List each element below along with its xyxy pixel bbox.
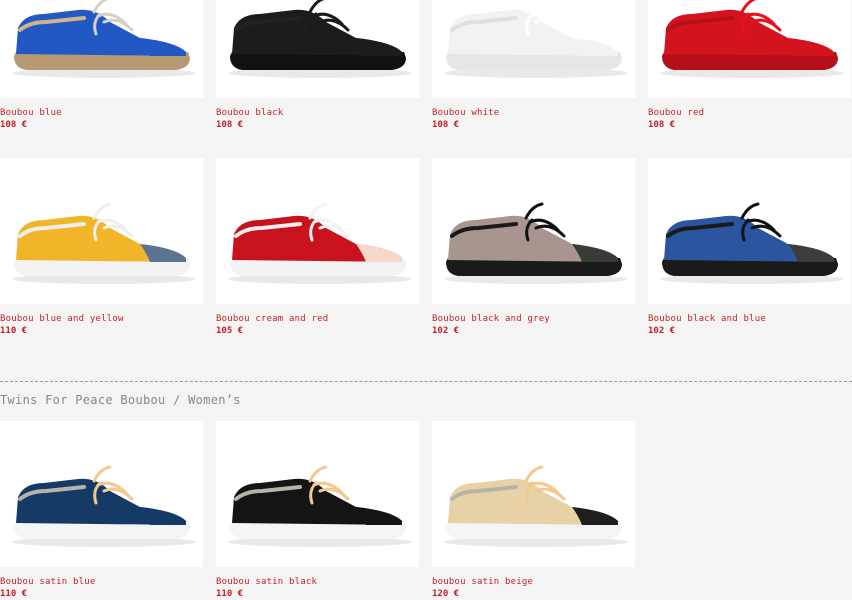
sneaker-illustration xyxy=(444,0,628,78)
product-card[interactable] xyxy=(216,158,420,304)
product-card[interactable] xyxy=(648,0,852,98)
sneaker-illustration xyxy=(228,465,412,547)
product-price: 120 € xyxy=(432,589,460,599)
product-name[interactable]: Boubou white xyxy=(432,108,499,118)
product-image[interactable] xyxy=(0,0,203,98)
product-price: 102 € xyxy=(432,326,460,336)
section-divider xyxy=(0,381,852,382)
sneaker-illustration xyxy=(660,0,844,78)
product-name[interactable]: Boubou black xyxy=(216,108,283,118)
product-card[interactable] xyxy=(216,0,420,98)
sneaker-illustration xyxy=(12,202,196,284)
sneaker-illustration xyxy=(660,202,844,284)
product-name[interactable]: Boubou blue and yellow xyxy=(0,314,124,324)
product-card[interactable] xyxy=(432,0,636,98)
product-name[interactable]: Boubou blue xyxy=(0,108,62,118)
sneaker-illustration xyxy=(228,0,412,78)
sneaker-illustration xyxy=(444,202,628,284)
product-image[interactable] xyxy=(216,421,419,567)
product-price: 110 € xyxy=(216,589,244,599)
product-name[interactable]: Boubou black and blue xyxy=(648,314,766,324)
product-image[interactable] xyxy=(648,0,851,98)
product-price: 105 € xyxy=(216,326,244,336)
product-card[interactable] xyxy=(432,158,636,304)
product-card[interactable] xyxy=(0,158,204,304)
product-name[interactable]: boubou satin beige xyxy=(432,577,533,587)
product-price: 102 € xyxy=(648,326,676,336)
product-image[interactable] xyxy=(432,421,635,567)
product-price: 108 € xyxy=(648,120,676,130)
product-name[interactable]: Boubou red xyxy=(648,108,704,118)
product-card[interactable] xyxy=(432,421,636,567)
product-image[interactable] xyxy=(432,0,635,98)
product-image[interactable] xyxy=(0,158,203,304)
product-price: 110 € xyxy=(0,589,28,599)
product-image[interactable] xyxy=(648,158,851,304)
sneaker-illustration xyxy=(12,465,196,547)
sneaker-illustration xyxy=(12,0,196,78)
sneaker-illustration xyxy=(444,465,628,547)
product-card[interactable] xyxy=(0,0,204,98)
product-price: 108 € xyxy=(432,120,460,130)
product-card[interactable] xyxy=(216,421,420,567)
product-name[interactable]: Boubou black and grey xyxy=(432,314,550,324)
product-price: 108 € xyxy=(0,120,28,130)
product-name[interactable]: Boubou satin blue xyxy=(0,577,96,587)
product-image[interactable] xyxy=(0,421,203,567)
product-price: 110 € xyxy=(0,326,28,336)
product-card[interactable] xyxy=(648,158,852,304)
product-price: 108 € xyxy=(216,120,244,130)
section-title: Twins For Peace Boubou / Women’s xyxy=(0,393,241,407)
product-image[interactable] xyxy=(216,158,419,304)
product-name[interactable]: Boubou satin black xyxy=(216,577,317,587)
product-card[interactable] xyxy=(0,421,204,567)
product-image[interactable] xyxy=(216,0,419,98)
product-name[interactable]: Boubou cream and red xyxy=(216,314,328,324)
product-image[interactable] xyxy=(432,158,635,304)
sneaker-illustration xyxy=(228,202,412,284)
